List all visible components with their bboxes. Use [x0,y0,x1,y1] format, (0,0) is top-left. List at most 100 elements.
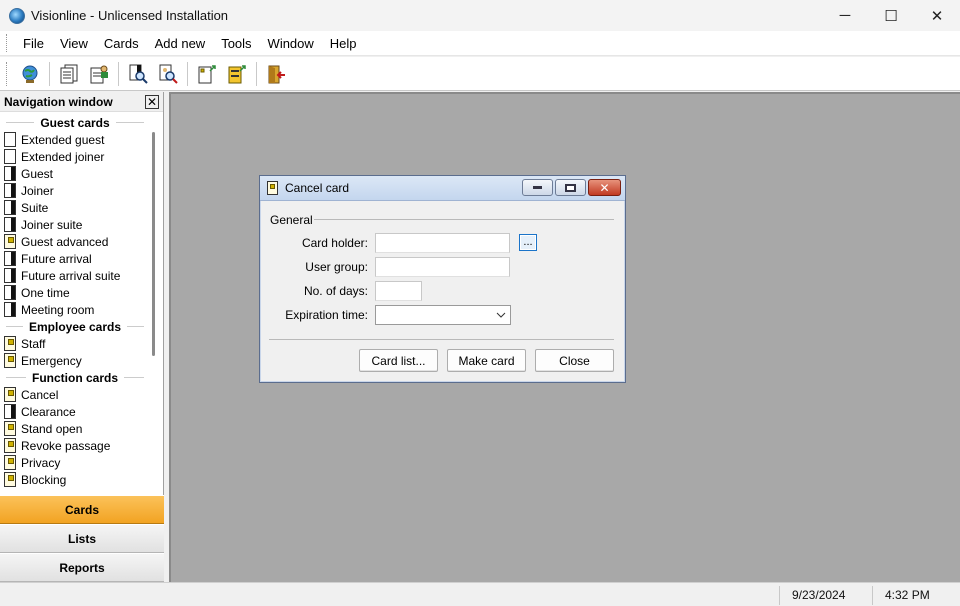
nav-item-label: Future arrival suite [21,268,121,283]
search-user-icon[interactable] [155,61,181,87]
card-icon [4,387,16,402]
navigation-list: Guest cards Extended guest Extended joiner… [0,114,150,496]
nav-item[interactable]: Blocking [0,471,150,488]
card-icon [4,132,16,147]
nav-item[interactable]: Joiner [0,182,150,199]
card-icon [4,472,16,487]
navigation-window: Navigation window ✕ Guest cards Extended … [0,92,164,582]
card-list-icon[interactable] [56,61,82,87]
nav-section-header: Guest cards [0,114,150,131]
nav-item[interactable]: Emergency [0,352,150,369]
card-icon [4,268,16,283]
card-icon [4,217,16,232]
nav-item[interactable]: Meeting room [0,301,150,318]
dialog-close-button[interactable]: ✕ [588,179,621,196]
card-icon [4,149,16,164]
encode-card-icon[interactable] [224,61,250,87]
menu-view[interactable]: View [52,31,96,56]
user-card-icon[interactable] [86,61,112,87]
menu-cards[interactable]: Cards [96,31,147,56]
close-button[interactable]: ✕ [914,0,960,31]
menu-window[interactable]: Window [260,31,322,56]
card-icon [4,234,16,249]
maximize-button[interactable]: ☐ [868,0,914,31]
nav-item[interactable]: Guest advanced [0,233,150,250]
window-title: Visionline - Unlicensed Installation [31,8,229,23]
maximize-icon [565,183,576,192]
user-group-label: User group: [305,260,368,274]
nav-item-label: Suite [21,200,49,215]
no-of-days-field[interactable] [375,281,422,301]
menu-bar: File View Cards Add new Tools Window Hel… [0,31,960,56]
card-icon [4,438,16,453]
nav-item-label: Guest [21,166,54,181]
minimize-icon [533,186,542,189]
tab-cards[interactable]: Cards [0,495,164,524]
nav-item[interactable]: Clearance [0,403,150,420]
nav-item-label: Extended joiner [21,149,105,164]
nav-item-label: Guest advanced [21,234,109,249]
nav-item[interactable]: Suite [0,199,150,216]
nav-item[interactable]: Joiner suite [0,216,150,233]
card-icon [4,404,16,419]
nav-item[interactable]: Staff [0,335,150,352]
exit-door-icon[interactable] [263,61,289,87]
menu-tools[interactable]: Tools [213,31,259,56]
toolbar [0,57,960,91]
nav-item-label: Joiner [21,183,54,198]
menu-grip [6,34,9,52]
nav-item-label: Clearance [21,404,76,419]
card-icon [4,251,16,266]
nav-item[interactable]: Cancel [0,386,150,403]
nav-item-label: Blocking [21,472,67,487]
menu-add-new[interactable]: Add new [147,31,214,56]
expiration-time-dropdown[interactable] [375,305,511,325]
nav-section-title: Guest cards [40,115,110,130]
menu-help[interactable]: Help [322,31,365,56]
tab-reports[interactable]: Reports [0,553,164,582]
nav-item[interactable]: Future arrival suite [0,267,150,284]
nav-item-label: Future arrival [21,251,92,266]
nav-item[interactable]: Revoke passage [0,437,150,454]
title-bar: Visionline - Unlicensed Installation ─ ☐… [0,0,960,31]
dialog-maximize-button[interactable] [555,179,586,196]
nav-item[interactable]: Privacy [0,454,150,471]
dialog-window-controls: ✕ [520,179,621,196]
cancel-card-dialog: Cancel card ✕ General Card holder: ... U… [259,175,626,383]
nav-item[interactable]: One time [0,284,150,301]
navigation-scrollbar[interactable] [152,132,155,356]
nav-item-label: One time [21,285,70,300]
dialog-divider [269,339,614,340]
card-icon [4,336,16,351]
dialog-title-bar[interactable]: Cancel card ✕ [260,176,625,201]
nav-item-label: Emergency [21,353,82,368]
browse-card-holder-button[interactable]: ... [519,234,537,251]
new-card-icon[interactable] [194,61,220,87]
toolbar-grip [6,61,9,86]
nav-item[interactable]: Stand open [0,420,150,437]
tab-lists[interactable]: Lists [0,524,164,553]
minimize-button[interactable]: ─ [822,0,868,31]
card-holder-field[interactable] [375,233,510,253]
card-icon [4,285,16,300]
user-group-field[interactable] [375,257,510,277]
nav-section-header: Employee cards [0,318,150,335]
nav-section-title: Employee cards [28,319,122,334]
dialog-minimize-button[interactable] [522,179,553,196]
nav-item[interactable]: Guest [0,165,150,182]
menu-file[interactable]: File [15,31,52,56]
make-card-button[interactable]: Make card [447,349,526,372]
nav-item-label: Stand open [21,421,83,436]
card-icon [267,181,278,195]
navigation-close-button[interactable]: ✕ [145,94,159,109]
nav-item[interactable]: Extended guest [0,131,150,148]
globe-icon[interactable] [17,61,43,87]
search-card-icon[interactable] [125,61,151,87]
nav-item[interactable]: Future arrival [0,250,150,267]
nav-item[interactable]: Extended joiner [0,148,150,165]
toolbar-separator [256,61,257,86]
toolbar-separator [49,61,50,86]
close-dialog-button[interactable]: Close [535,349,614,372]
dialog-title: Cancel card [285,181,350,195]
card-list-button[interactable]: Card list... [359,349,438,372]
